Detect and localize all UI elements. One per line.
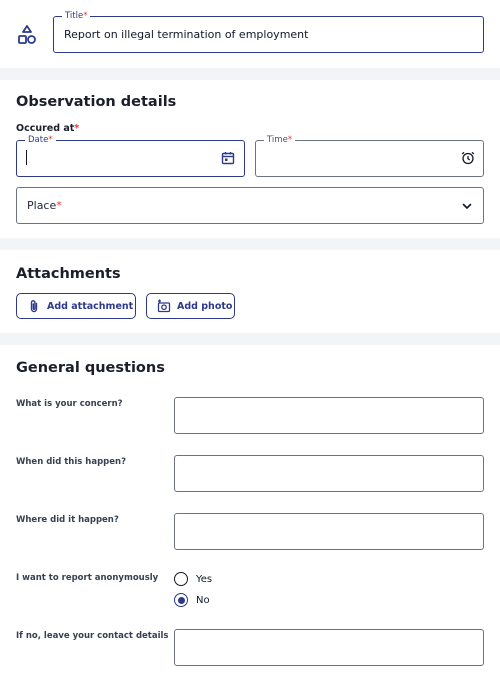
add-photo-label: Add photo <box>177 300 233 312</box>
text-cursor <box>26 150 27 165</box>
paperclip-icon <box>30 300 38 313</box>
when-input[interactable] <box>174 455 484 492</box>
question-concern-label: What is your concern? <box>16 399 123 409</box>
question-anonymous-label: I want to report anonymously <box>16 573 159 583</box>
time-field-label: Time* <box>264 134 296 146</box>
radio-no-circle[interactable] <box>174 593 188 607</box>
place-select-label: Place* <box>27 199 62 212</box>
question-where-label: Where did it happen? <box>16 515 119 525</box>
radio-selected-dot <box>177 596 185 604</box>
calendar-icon[interactable] <box>221 151 235 165</box>
place-select[interactable]: Place* <box>16 187 484 224</box>
question-when-label: When did this happen? <box>16 457 126 467</box>
where-input[interactable] <box>174 513 484 550</box>
date-field[interactable]: Date* <box>16 134 245 177</box>
general-questions-heading: General questions <box>16 360 165 376</box>
alarm-clock-icon[interactable] <box>461 151 475 165</box>
occured-at-label: Occured at* <box>16 123 80 134</box>
add-photo-icon <box>157 299 171 313</box>
shapes-icon <box>18 25 36 44</box>
chevron-down-icon[interactable] <box>460 199 474 213</box>
attachments-heading: Attachments <box>16 266 121 282</box>
title-field[interactable]: Title* Report on illegal termination of … <box>53 10 484 53</box>
add-attachment-button[interactable]: Add attachment <box>16 293 136 319</box>
radio-yes-label: Yes <box>196 573 213 585</box>
concern-input[interactable] <box>174 397 484 434</box>
radio-no[interactable]: No <box>174 593 210 607</box>
question-contact-label: If no, leave your contact details <box>16 631 169 641</box>
attachments-section: Attachments Add attachment Add photo <box>0 250 500 333</box>
general-questions-section: General questions What is your concern? … <box>0 345 500 682</box>
title-field-label: Title* <box>62 10 91 22</box>
radio-no-label: No <box>196 594 210 606</box>
observation-section: Observation details Occured at* Date* Ti… <box>0 80 500 238</box>
add-photo-button[interactable]: Add photo <box>146 293 235 319</box>
radio-yes[interactable]: Yes <box>174 572 212 586</box>
add-attachment-label: Add attachment <box>47 300 134 312</box>
observation-heading: Observation details <box>16 94 177 110</box>
radio-yes-circle[interactable] <box>174 572 188 586</box>
time-field[interactable]: Time* <box>255 134 484 177</box>
date-field-label: Date* <box>25 134 56 146</box>
title-section: Title* Report on illegal termination of … <box>0 0 500 68</box>
contact-details-input[interactable] <box>174 629 484 666</box>
title-field-value: Report on illegal termination of employm… <box>64 28 309 41</box>
